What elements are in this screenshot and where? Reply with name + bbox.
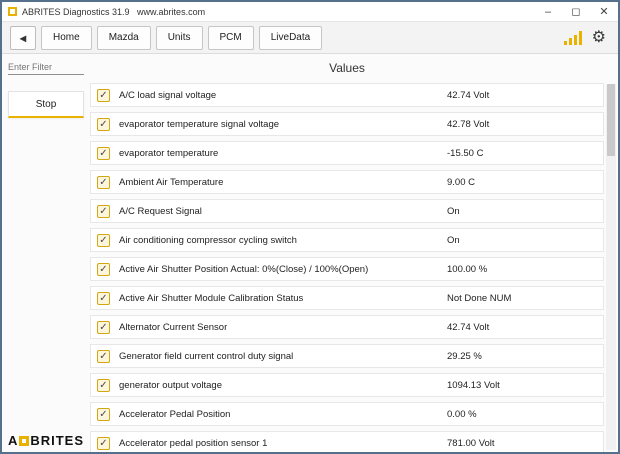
table-row: ✓ evaporator temperature signal voltage 42… bbox=[90, 112, 604, 136]
row-value: Not Done NUM bbox=[447, 292, 512, 304]
gear-icon[interactable]: ⚙ bbox=[592, 29, 606, 46]
abrites-logo: A BRITES bbox=[8, 433, 84, 448]
window-title: ABRITES Diagnostics 31.9 www.abrites.com bbox=[22, 6, 206, 17]
row-checkbox[interactable]: ✓ bbox=[97, 407, 110, 421]
row-label: Alternator Current Sensor bbox=[119, 321, 228, 333]
row-label: Accelerator pedal position sensor 1 bbox=[119, 437, 268, 449]
row-label: Ambient Air Temperature bbox=[119, 176, 224, 188]
row-label: generator output voltage bbox=[119, 379, 222, 391]
sidebar: Stop A BRITES bbox=[2, 54, 90, 452]
scrollbar-thumb[interactable] bbox=[607, 84, 615, 156]
row-value: 1094.13 Volt bbox=[447, 379, 500, 391]
row-checkbox[interactable]: ✓ bbox=[97, 378, 110, 392]
table-row: ✓ Active Air Shutter Module Calibration S… bbox=[90, 286, 604, 310]
table-row: ✓ evaporator temperature -15.50 C bbox=[90, 141, 604, 165]
table-row: ✓ Accelerator pedal position sensor 1 781.… bbox=[90, 431, 604, 452]
content-area: Stop A BRITES Values ✓ A/C load signal vo… bbox=[2, 54, 618, 452]
row-value: On bbox=[447, 205, 460, 217]
table-row: ✓ Ambient Air Temperature 9.00 C bbox=[90, 170, 604, 194]
row-value: 42.78 Volt bbox=[447, 118, 490, 130]
table-row: ✓ A/C Request Signal On bbox=[90, 199, 604, 223]
table-row: ✓ A/C load signal voltage 42.74 Volt bbox=[90, 83, 604, 107]
tab-livedata[interactable]: LiveData bbox=[258, 25, 323, 50]
row-value: -15.50 C bbox=[447, 147, 484, 159]
close-button[interactable]: ✕ bbox=[590, 2, 618, 21]
row-checkbox[interactable]: ✓ bbox=[97, 146, 110, 160]
tab-pcm[interactable]: PCM bbox=[207, 25, 254, 50]
app-window: ABRITES Diagnostics 31.9 www.abrites.com… bbox=[0, 0, 620, 454]
row-label: Air conditioning compressor cycling swit… bbox=[119, 234, 297, 246]
table-row: ✓ generator output voltage 1094.13 Volt bbox=[90, 373, 604, 397]
row-value: 29.25 % bbox=[447, 350, 482, 362]
back-button[interactable]: ◂ bbox=[10, 25, 36, 50]
row-checkbox[interactable]: ✓ bbox=[97, 262, 110, 276]
logo-square-icon bbox=[19, 435, 30, 446]
row-checkbox[interactable]: ✓ bbox=[97, 349, 110, 363]
row-label: Active Air Shutter Position Actual: 0%(C… bbox=[119, 263, 369, 275]
logo-text-right: BRITES bbox=[30, 433, 84, 448]
toolbar-right: ⚙ bbox=[563, 29, 610, 46]
tab-bar: Home Mazda Units PCM LiveData bbox=[41, 25, 323, 50]
values-list: ✓ A/C load signal voltage 42.74 Volt ✓ evapo… bbox=[90, 83, 604, 452]
row-checkbox[interactable]: ✓ bbox=[97, 233, 110, 247]
row-label: A/C load signal voltage bbox=[119, 89, 217, 101]
row-label: evaporator temperature bbox=[119, 147, 219, 159]
row-checkbox[interactable]: ✓ bbox=[97, 320, 110, 334]
values-panel: Values ✓ A/C load signal voltage 42.74 Vol… bbox=[90, 54, 618, 452]
row-label: Generator field current control duty sig… bbox=[119, 350, 294, 362]
row-checkbox[interactable]: ✓ bbox=[97, 175, 110, 189]
logo-text-left: A bbox=[8, 433, 19, 448]
toolbar: ◂ Home Mazda Units PCM LiveData ⚙ bbox=[2, 22, 618, 54]
titlebar: ABRITES Diagnostics 31.9 www.abrites.com… bbox=[2, 2, 618, 22]
table-row: ✓ Alternator Current Sensor 42.74 Volt bbox=[90, 315, 604, 339]
scrollbar[interactable] bbox=[606, 84, 616, 450]
table-row: ✓ Generator field current control duty si… bbox=[90, 344, 604, 368]
row-label: Accelerator Pedal Position bbox=[119, 408, 231, 420]
tab-units[interactable]: Units bbox=[155, 25, 203, 50]
row-checkbox[interactable]: ✓ bbox=[97, 291, 110, 305]
row-value: 0.00 % bbox=[447, 408, 477, 420]
stop-button[interactable]: Stop bbox=[8, 91, 84, 118]
row-value: On bbox=[447, 234, 460, 246]
app-logo-icon bbox=[8, 7, 17, 16]
table-row: ✓ Active Air Shutter Position Actual: 0%(… bbox=[90, 257, 604, 281]
row-value: 781.00 Volt bbox=[447, 437, 495, 449]
row-checkbox[interactable]: ✓ bbox=[97, 88, 110, 102]
row-label: Active Air Shutter Module Calibration St… bbox=[119, 292, 304, 304]
window-controls: – ◻ ✕ bbox=[534, 2, 618, 21]
row-label: evaporator temperature signal voltage bbox=[119, 118, 280, 130]
minimize-button[interactable]: – bbox=[534, 2, 562, 21]
row-value: 42.74 Volt bbox=[447, 321, 490, 333]
tab-home[interactable]: Home bbox=[41, 25, 92, 50]
row-checkbox[interactable]: ✓ bbox=[97, 117, 110, 131]
row-label: A/C Request Signal bbox=[119, 205, 202, 217]
row-value: 100.00 % bbox=[447, 263, 488, 275]
table-row: ✓ Accelerator Pedal Position 0.00 % bbox=[90, 402, 604, 426]
signal-strength-icon bbox=[563, 30, 582, 45]
tab-mazda[interactable]: Mazda bbox=[96, 25, 151, 50]
maximize-button[interactable]: ◻ bbox=[562, 2, 590, 21]
table-row: ✓ Air conditioning compressor cycling swi… bbox=[90, 228, 604, 252]
row-value: 9.00 C bbox=[447, 176, 475, 188]
row-checkbox[interactable]: ✓ bbox=[97, 436, 110, 450]
filter-input[interactable] bbox=[8, 60, 84, 75]
values-header: Values bbox=[329, 61, 365, 75]
row-checkbox[interactable]: ✓ bbox=[97, 204, 110, 218]
row-value: 42.74 Volt bbox=[447, 89, 490, 101]
